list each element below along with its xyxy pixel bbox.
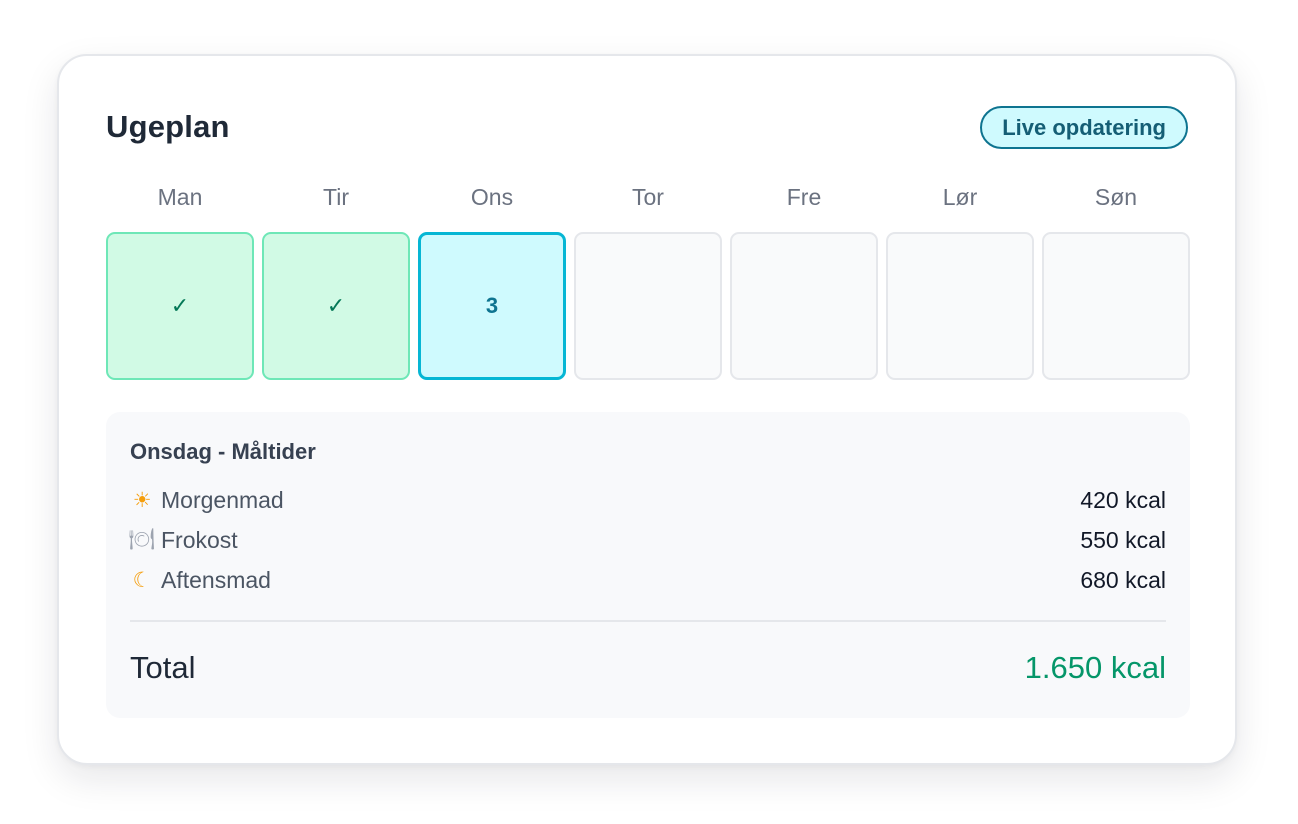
total-label: Total: [130, 650, 196, 685]
meal-name: Frokost: [161, 526, 238, 553]
day-box-man[interactable]: ✓: [106, 232, 254, 380]
meal-kcal: 550 kcal: [1080, 526, 1166, 553]
day-box-ons[interactable]: 3: [418, 232, 566, 380]
sun-icon: ☀: [132, 488, 152, 512]
plate-icon: 🍽: [128, 528, 156, 551]
live-update-badge: Live opdatering: [980, 106, 1188, 149]
day-box-son[interactable]: [1042, 232, 1190, 380]
divider: [130, 620, 1166, 622]
weekday-labels: Man Tir Ons Tor Fre Lør Søn: [106, 184, 1190, 211]
day-box-tor[interactable]: [574, 232, 722, 380]
check-icon: ✓: [170, 293, 190, 318]
meal-name: Morgenmad: [161, 486, 284, 513]
meals-title: Onsdag - Måltider: [130, 439, 316, 464]
day-label-son: Søn: [1094, 184, 1138, 210]
day-label-fre: Fre: [786, 184, 822, 210]
total-row: Total 1.650 kcal: [130, 650, 1166, 686]
day-label-lor: Lør: [942, 184, 978, 210]
meal-kcal: 420 kcal: [1080, 486, 1166, 513]
meal-kcal: 680 kcal: [1080, 566, 1166, 593]
meal-row-morgenmad: ☀ Morgenmad 420 kcal: [130, 484, 1166, 516]
day-box-fre[interactable]: [730, 232, 878, 380]
weekly-plan-card: Ugeplan Live opdatering Man Tir Ons Tor …: [57, 54, 1237, 765]
day-label-tir: Tir: [323, 184, 349, 210]
card-title: Ugeplan: [106, 109, 230, 144]
day-label-man: Man: [157, 184, 203, 210]
meal-name: Aftensmad: [161, 566, 271, 593]
day-box-tir[interactable]: ✓: [262, 232, 410, 380]
meals-panel: Onsdag - Måltider ☀ Morgenmad 420 kcal 🍽…: [106, 412, 1190, 718]
day-number: 3: [485, 293, 499, 318]
meal-row-frokost: 🍽 Frokost 550 kcal: [128, 524, 1166, 556]
total-value: 1.650 kcal: [1024, 650, 1166, 685]
weekday-grid: ✓ ✓ 3: [106, 232, 1190, 380]
meal-row-aftensmad: ☾ Aftensmad 680 kcal: [130, 564, 1166, 596]
moon-icon: ☾: [132, 568, 152, 592]
day-label-ons: Ons: [470, 184, 514, 210]
day-label-tor: Tor: [632, 184, 664, 210]
check-icon: ✓: [326, 293, 346, 318]
day-box-lor[interactable]: [886, 232, 1034, 380]
